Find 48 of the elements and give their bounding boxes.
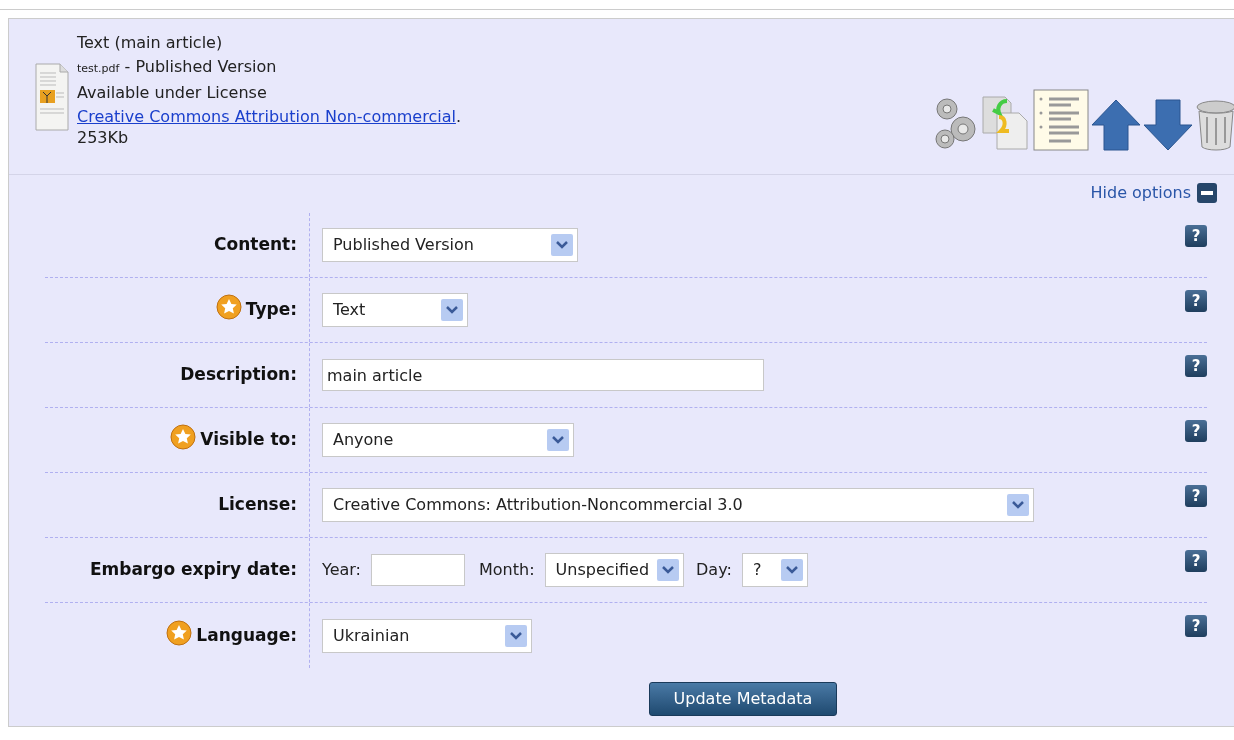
dropdown[interactable]: ? [741, 553, 808, 587]
chevron-icon [1007, 494, 1029, 516]
month-label: Month: [479, 559, 535, 581]
field-label: Description: [180, 363, 297, 387]
help-icon[interactable]: ? [1185, 355, 1207, 377]
chevron-icon [547, 429, 569, 451]
field-label: Embargo expiry date: [89, 558, 297, 582]
dropdown[interactable]: Text [322, 293, 468, 327]
field-label: License: [218, 493, 297, 517]
dropdown[interactable]: Anyone [322, 423, 574, 457]
field-label: Language: [196, 623, 297, 647]
file-name: test.pdf [77, 61, 120, 77]
dropdown[interactable]: Creative Commons: Attribution-Noncommercial 3.0 [322, 488, 1034, 522]
document-icon [35, 63, 69, 131]
text-field[interactable]: main article [322, 359, 764, 391]
license-sentence: Available under License Creative Commons Attribution Non-commercial. [77, 82, 462, 128]
update-metadata-button[interactable]: Update Metadata [648, 682, 838, 716]
help-icon[interactable]: ? [1185, 485, 1207, 507]
chevron-icon [441, 299, 463, 321]
help-icon[interactable]: ? [1185, 615, 1207, 637]
field-label: Content: [214, 233, 297, 257]
up-arrow-icon[interactable] [1091, 99, 1141, 151]
year-label: Year: [322, 559, 361, 581]
help-icon[interactable]: ? [1185, 550, 1207, 572]
help-icon[interactable]: ? [1185, 420, 1207, 442]
license-link[interactable]: Creative Commons Attribution Non-commercial [77, 107, 456, 126]
list-document-icon[interactable] [1033, 89, 1089, 151]
field-label: Visible to: [200, 428, 297, 452]
help-icon[interactable]: ? [1185, 225, 1207, 247]
document-title: Text (main article) [77, 32, 224, 54]
chevron-icon [551, 234, 573, 256]
dropdown[interactable]: Unspecified [544, 553, 685, 587]
dropdown[interactable]: Ukrainian [322, 618, 532, 653]
replace-file-icon[interactable] [981, 95, 1031, 151]
chevron-icon [657, 559, 680, 581]
dropdown[interactable]: Published Version [322, 228, 578, 262]
version-text: - Published Version [123, 56, 277, 78]
file-size: 253Kb [77, 129, 130, 147]
chevron-icon [780, 559, 803, 581]
chevron-icon [505, 624, 527, 647]
year-field[interactable] [371, 554, 465, 586]
help-icon[interactable]: ? [1185, 290, 1207, 312]
field-label: Type: [245, 298, 297, 322]
down-arrow-icon[interactable] [1143, 99, 1193, 151]
hide-options-link[interactable]: Hide options [1090, 181, 1217, 205]
collapse-icon[interactable] [1197, 183, 1217, 203]
trash-icon[interactable] [1195, 97, 1234, 151]
day-label: Day: [696, 559, 732, 581]
